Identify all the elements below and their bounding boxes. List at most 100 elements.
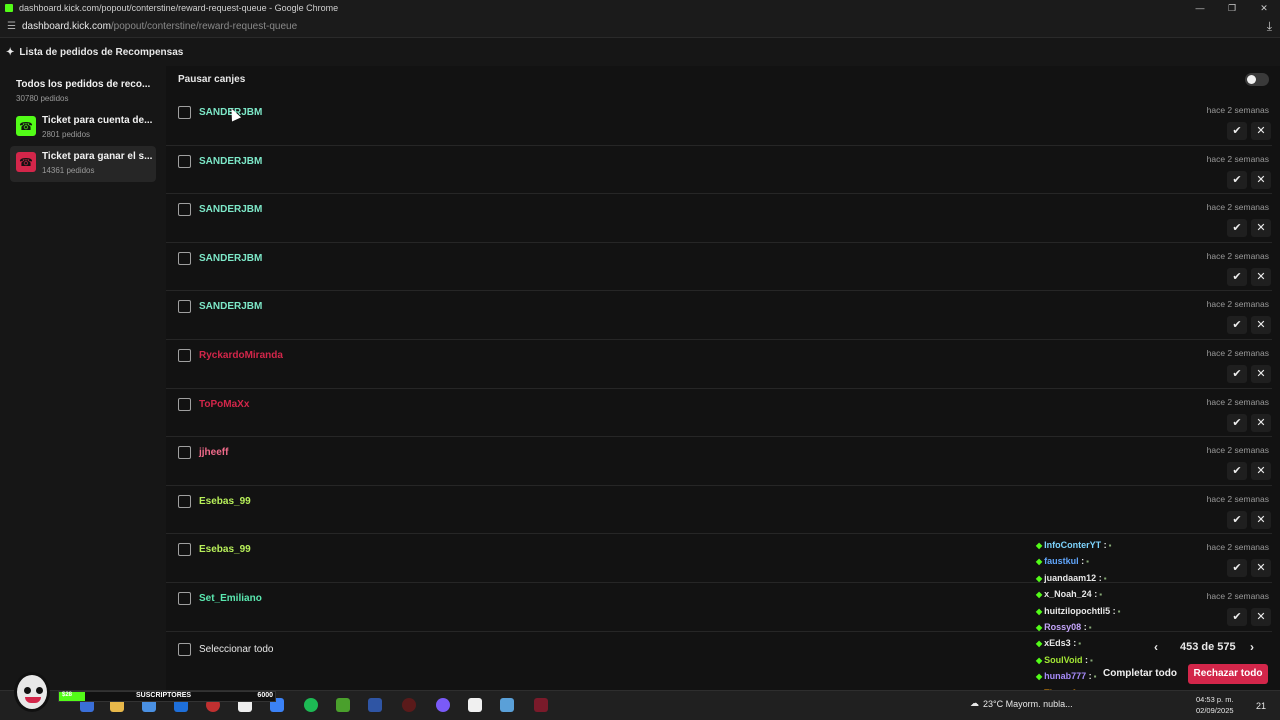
approve-button[interactable]: ✔ bbox=[1227, 559, 1247, 578]
editor-taskbar-icon[interactable] bbox=[368, 698, 382, 712]
download-icon[interactable]: ⤓ bbox=[1267, 19, 1272, 34]
chat-emote-icon: ▪ bbox=[1090, 655, 1093, 665]
reject-button[interactable]: ✕ bbox=[1251, 462, 1271, 481]
row-checkbox[interactable] bbox=[178, 397, 191, 411]
request-username[interactable]: jjheeff bbox=[199, 447, 228, 458]
approve-button[interactable]: ✔ bbox=[1227, 510, 1247, 529]
reject-button[interactable]: ✕ bbox=[1251, 510, 1271, 529]
row-checkbox[interactable] bbox=[178, 203, 191, 217]
browser-titlebar: dashboard.kick.com/popout/conterstine/re… bbox=[0, 0, 1280, 16]
request-row: ToPoMaXx hace 2 semanas ✔ ✕ bbox=[166, 389, 1272, 438]
request-row: Esebas_99 hace 2 semanas ✔ ✕ bbox=[166, 486, 1272, 535]
page-indicator: 453 de 575 bbox=[1180, 641, 1236, 653]
chat-username: juandaam12 bbox=[1044, 572, 1097, 583]
reject-button[interactable]: ✕ bbox=[1251, 559, 1271, 578]
reject-button[interactable]: ✕ bbox=[1251, 413, 1271, 432]
notion-taskbar-icon[interactable] bbox=[468, 698, 482, 712]
request-time: hace 2 semanas bbox=[1206, 348, 1269, 358]
request-row: RyckardoMiranda hace 2 semanas ✔ ✕ bbox=[166, 340, 1272, 389]
minecraft-taskbar-icon[interactable] bbox=[336, 698, 350, 712]
approve-button[interactable]: ✔ bbox=[1227, 365, 1247, 383]
select-all[interactable]: Seleccionar todo bbox=[178, 641, 274, 659]
approve-button[interactable]: ✔ bbox=[1227, 219, 1247, 238]
clock-time: 04:53 p. m. bbox=[1196, 695, 1234, 704]
request-username[interactable]: SANDERJBM bbox=[199, 301, 262, 312]
approve-button[interactable]: ✔ bbox=[1227, 267, 1247, 286]
reject-all-button[interactable]: Rechazar todo bbox=[1188, 664, 1268, 684]
approve-button[interactable]: ✔ bbox=[1227, 413, 1247, 432]
chat-badge-icon: ◆ bbox=[1036, 622, 1043, 632]
request-username[interactable]: RyckardoMiranda bbox=[199, 350, 283, 361]
select-all-checkbox[interactable] bbox=[178, 643, 191, 657]
app-taskbar-icon[interactable] bbox=[402, 698, 416, 712]
reject-button[interactable]: ✕ bbox=[1251, 608, 1271, 626]
request-time: hace 2 semanas bbox=[1206, 299, 1269, 310]
row-checkbox[interactable] bbox=[178, 251, 191, 265]
weather-text[interactable]: 23°C Mayorm. nubla... bbox=[983, 699, 1073, 709]
row-checkbox[interactable] bbox=[178, 446, 191, 460]
ticket-icon: ☎ bbox=[16, 116, 36, 136]
weather-icon[interactable]: ☁ bbox=[970, 698, 979, 709]
chat-badge-icon: ◆ bbox=[1036, 541, 1043, 550]
rewards-icon: ✦ bbox=[6, 46, 15, 58]
reject-button[interactable]: ✕ bbox=[1251, 365, 1271, 383]
row-checkbox[interactable] bbox=[178, 300, 191, 314]
close-window-button[interactable]: ✕ bbox=[1248, 0, 1280, 16]
discord-taskbar-icon[interactable] bbox=[436, 698, 450, 712]
reject-button[interactable]: ✕ bbox=[1251, 267, 1271, 286]
approve-button[interactable]: ✔ bbox=[1227, 122, 1247, 140]
request-username[interactable]: SANDERJBM bbox=[199, 156, 262, 167]
app-taskbar-icon[interactable] bbox=[534, 698, 548, 712]
chat-username: Rossy08 bbox=[1044, 621, 1082, 632]
request-time: hace 2 semanas bbox=[1206, 105, 1269, 115]
rewards-sidebar: Todos los pedidos de reco... 30780 pedid… bbox=[0, 66, 166, 690]
chat-username: hunab777 bbox=[1044, 671, 1087, 682]
row-checkbox[interactable] bbox=[178, 592, 191, 605]
chat-message: ◆ SoulVoid : ▪ bbox=[1036, 655, 1146, 671]
window-title: dashboard.kick.com/popout/conterstine/re… bbox=[19, 3, 339, 13]
approve-button[interactable]: ✔ bbox=[1227, 170, 1247, 189]
approve-button[interactable]: ✔ bbox=[1227, 316, 1247, 335]
approve-button[interactable]: ✔ bbox=[1227, 608, 1247, 626]
pause-redemptions-toggle[interactable] bbox=[1245, 73, 1269, 86]
notification-center-icon[interactable]: 21 bbox=[1256, 701, 1266, 711]
site-info-icon[interactable]: ☰ bbox=[7, 21, 16, 32]
mascot-mouth bbox=[25, 697, 41, 703]
request-username[interactable]: SANDERJBM bbox=[199, 253, 262, 264]
reject-button[interactable]: ✕ bbox=[1251, 316, 1271, 335]
row-checkbox[interactable] bbox=[178, 154, 191, 168]
row-checkbox[interactable] bbox=[178, 349, 191, 362]
row-checkbox[interactable] bbox=[178, 494, 191, 508]
reject-button[interactable]: ✕ bbox=[1251, 122, 1271, 140]
url-path: /popout/conterstine/reward-request-queue bbox=[110, 21, 298, 32]
reject-button[interactable]: ✕ bbox=[1251, 219, 1271, 238]
spotify-taskbar-icon[interactable] bbox=[304, 698, 318, 712]
restore-button[interactable]: ❐ bbox=[1216, 0, 1248, 16]
chevron-left-icon[interactable]: ‹ bbox=[1154, 640, 1158, 654]
chevron-right-icon[interactable]: › bbox=[1250, 640, 1254, 654]
chat-message: ◆ juandaam12 : ▪ bbox=[1036, 573, 1146, 589]
minimize-button[interactable]: — bbox=[1184, 0, 1216, 16]
row-checkbox[interactable] bbox=[178, 543, 191, 557]
request-username[interactable]: ToPoMaXx bbox=[199, 399, 249, 410]
sidebar-item-title: Ticket para ganar el s... bbox=[42, 151, 153, 162]
request-username[interactable]: Esebas_99 bbox=[199, 496, 251, 507]
row-checkbox[interactable] bbox=[178, 106, 191, 119]
request-username[interactable]: Set_Emiliano bbox=[199, 593, 262, 604]
approve-button[interactable]: ✔ bbox=[1227, 462, 1247, 481]
sidebar-item-all-requests[interactable]: Todos los pedidos de reco... 30780 pedid… bbox=[10, 74, 156, 110]
request-username[interactable]: SANDERJBM bbox=[199, 204, 262, 215]
chat-separator: : bbox=[1091, 589, 1098, 600]
request-row: SANDERJBM hace 2 semanas ✔ ✕ bbox=[166, 194, 1272, 243]
taskbar-clock[interactable]: 04:53 p. m. 02/09/2025 bbox=[1196, 694, 1234, 716]
system-tray: ☁ 23°C Mayorm. nubla... bbox=[970, 698, 1073, 709]
sidebar-item-count: 30780 pedidos bbox=[16, 94, 69, 103]
chat-message: ◆ xEds3 : ▪ bbox=[1036, 638, 1146, 654]
address-bar[interactable]: ☰ dashboard.kick.com/popout/conterstine/… bbox=[0, 16, 1280, 38]
app-taskbar-icon[interactable] bbox=[500, 698, 514, 712]
sidebar-item-ticket-win[interactable]: ☎ Ticket para ganar el s... 14361 pedido… bbox=[10, 146, 156, 182]
chat-badge-icon: ◆ bbox=[1036, 557, 1043, 567]
reject-button[interactable]: ✕ bbox=[1251, 170, 1271, 189]
sidebar-item-ticket-account[interactable]: ☎ Ticket para cuenta de... 2801 pedidos bbox=[10, 110, 156, 146]
request-username[interactable]: Esebas_99 bbox=[199, 544, 251, 555]
